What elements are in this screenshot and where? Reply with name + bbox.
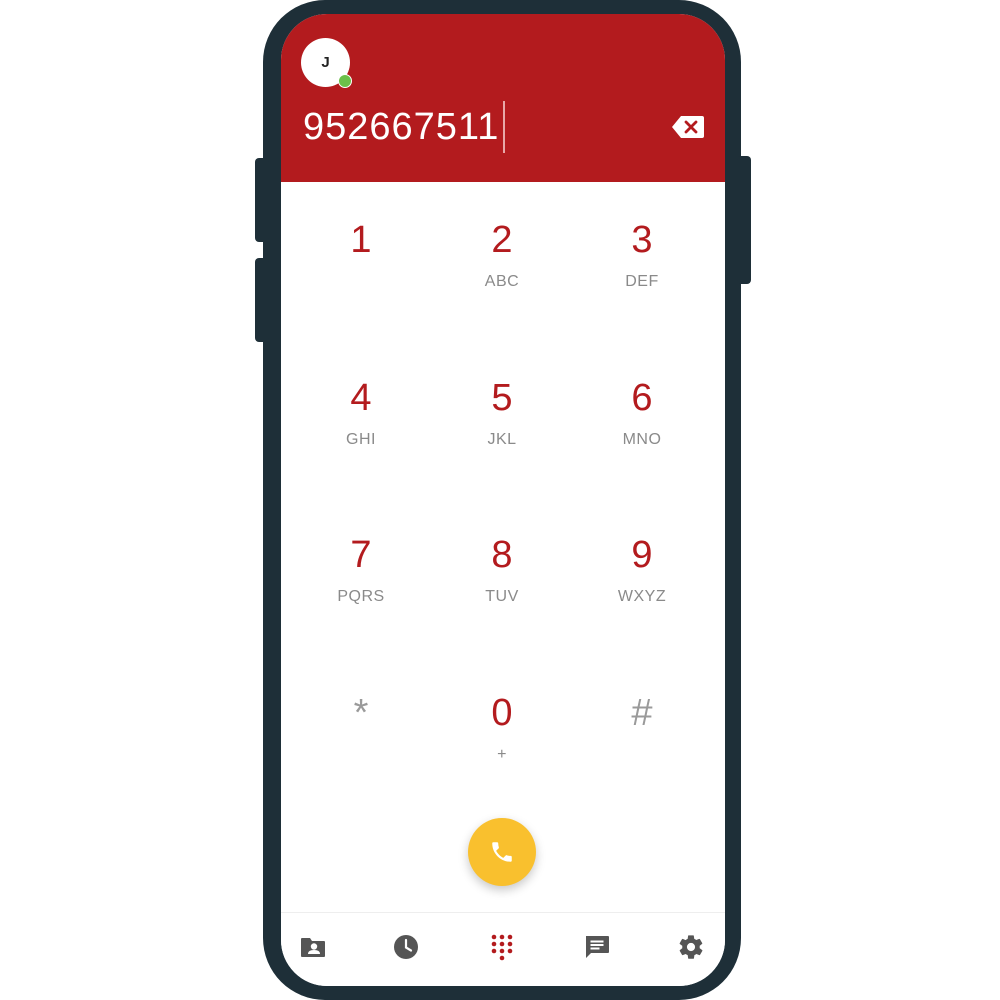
dialer-header: J 952667511 (281, 14, 725, 182)
key-digit: * (353, 692, 369, 734)
key-digit: 0 (491, 692, 513, 734)
key-letters: JKL (487, 431, 517, 448)
backspace-icon (672, 116, 704, 138)
key-4[interactable]: 4 GHI (301, 340, 421, 460)
dialed-number-display[interactable]: 952667511 (303, 102, 499, 152)
key-6[interactable]: 6 MNO (582, 340, 702, 460)
key-digit: 2 (491, 219, 513, 261)
recents-clock-icon (394, 935, 418, 959)
key-7[interactable]: 7 PQRS (301, 497, 421, 617)
key-9[interactable]: 9 WXYZ (582, 497, 702, 617)
phone-screen: J 952667511 1 2 ABC 3 DEF 4 GHI 5 JKL 6 … (281, 14, 725, 986)
avatar-initial: J (321, 54, 330, 71)
key-letters: DEF (625, 273, 659, 290)
bottom-navigation (281, 912, 725, 986)
key-letters: PQRS (337, 588, 385, 605)
key-digit: 1 (350, 219, 372, 261)
key-letters: GHI (346, 431, 376, 448)
volume-up-button (255, 158, 269, 242)
contacts-icon (301, 938, 325, 957)
key-digit: 8 (491, 534, 513, 576)
key-3[interactable]: 3 DEF (582, 182, 702, 302)
settings-gear-icon (679, 935, 703, 959)
nav-contacts[interactable] (293, 927, 333, 967)
key-letters: TUV (485, 588, 519, 605)
text-cursor (503, 101, 505, 153)
key-letters: ABC (484, 273, 520, 290)
presence-online-indicator (338, 74, 352, 88)
nav-settings[interactable] (671, 927, 711, 967)
phone-icon (492, 842, 512, 862)
messages-icon (586, 936, 609, 958)
key-letters: + (497, 746, 507, 763)
key-2[interactable]: 2 ABC (442, 182, 562, 302)
key-0[interactable]: 0 + (442, 655, 562, 775)
key-digit: 5 (491, 377, 513, 419)
dialpad-icon (491, 934, 513, 961)
nav-messages[interactable] (577, 927, 617, 967)
call-button[interactable] (468, 818, 536, 886)
nav-recents[interactable] (386, 927, 426, 967)
key-digit: # (631, 692, 653, 734)
backspace-button[interactable] (671, 114, 705, 140)
key-1[interactable]: 1 (301, 182, 421, 302)
volume-down-button (255, 258, 269, 342)
key-letters: MNO (622, 431, 662, 448)
power-button (737, 156, 751, 284)
key-digit: 4 (350, 377, 372, 419)
nav-dialpad[interactable] (482, 927, 522, 967)
key-hash[interactable]: # (582, 655, 702, 775)
key-digit: 3 (631, 219, 653, 261)
key-letters: WXYZ (617, 588, 667, 605)
key-digit: 9 (631, 534, 653, 576)
key-5[interactable]: 5 JKL (442, 340, 562, 460)
key-digit: 6 (631, 377, 653, 419)
key-digit: 7 (350, 534, 372, 576)
key-star[interactable]: * (301, 655, 421, 775)
key-8[interactable]: 8 TUV (442, 497, 562, 617)
